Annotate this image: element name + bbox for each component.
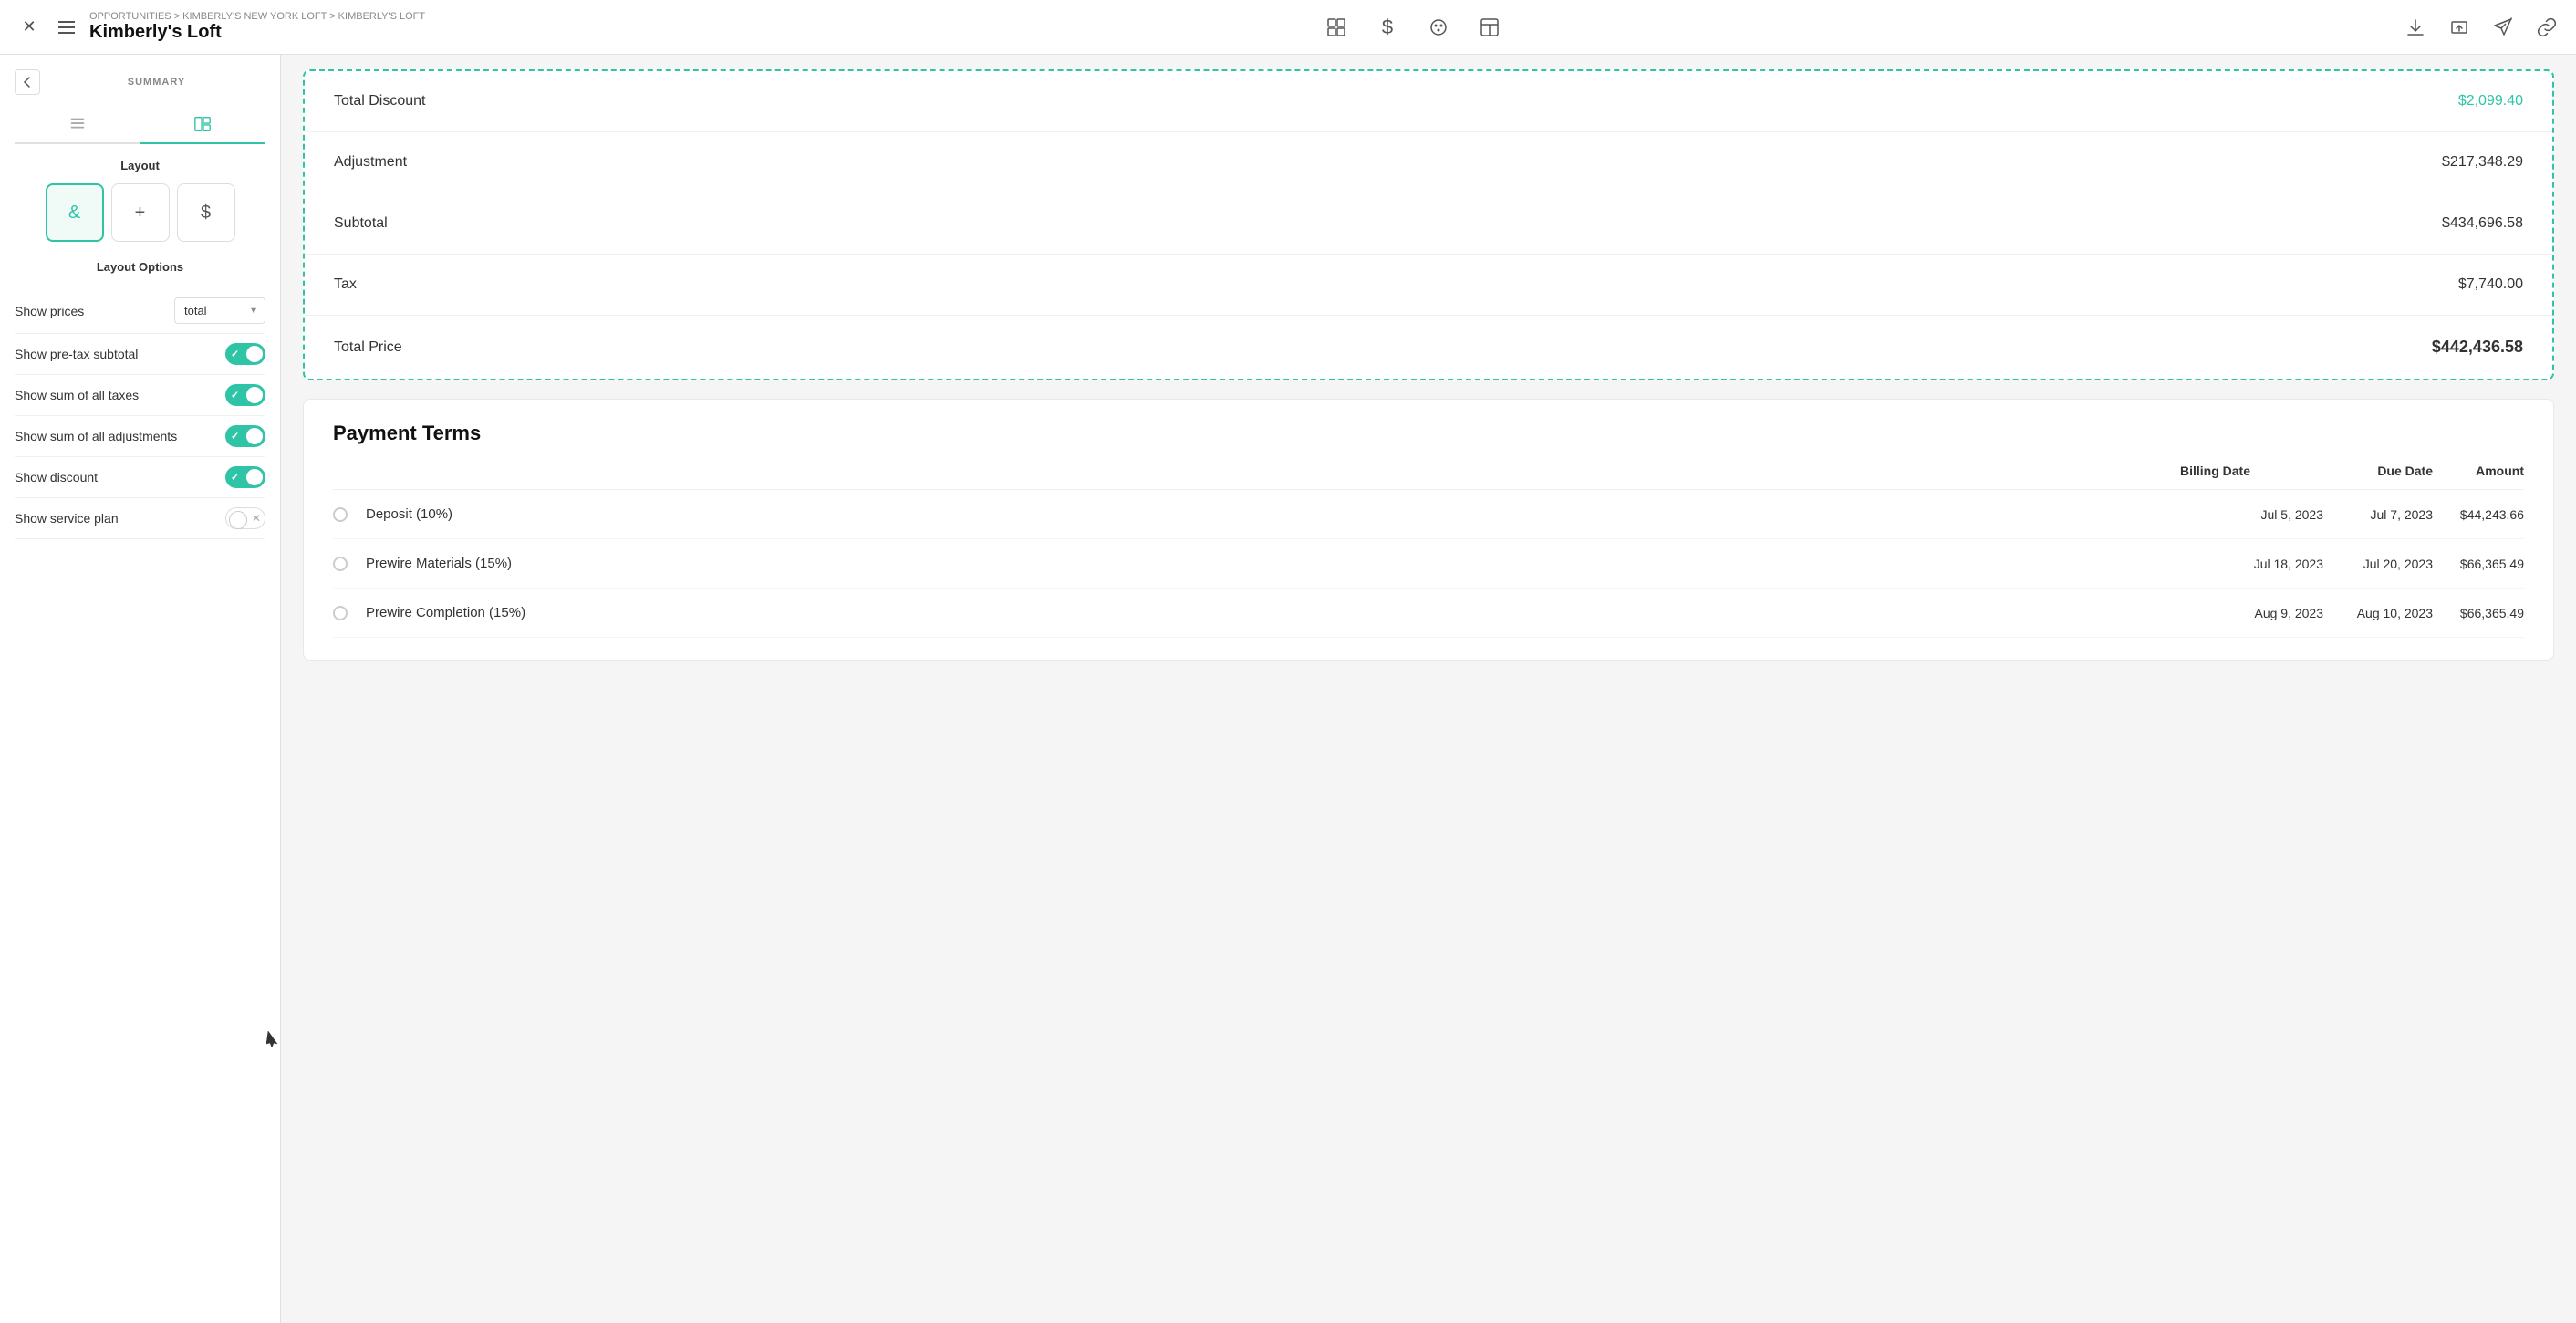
summary-value-total: $442,436.58: [2432, 338, 2523, 357]
show-taxes-label: Show sum of all taxes: [15, 388, 139, 402]
summary-value-tax: $7,740.00: [2458, 276, 2523, 293]
link-icon[interactable]: [2532, 13, 2561, 42]
sidebar-title: SUMMARY: [47, 77, 265, 88]
timeline-wrapper: Deposit (10%) Jul 5, 2023 Jul 7, 2023 $4…: [333, 490, 2524, 638]
summary-label-adjustment: Adjustment: [334, 154, 407, 171]
topbar: ✕ OPPORTUNITIES > KIMBERLY'S NEW YORK LO…: [0, 0, 2576, 55]
layout-btn-combined[interactable]: &: [46, 183, 104, 242]
show-prices-label: Show prices: [15, 304, 84, 318]
timeline-dot: [333, 507, 348, 522]
dollar-icon[interactable]: $: [1373, 13, 1402, 42]
send-icon[interactable]: [2488, 13, 2518, 42]
payment-row-amount: $44,243.66: [2433, 507, 2524, 522]
show-taxes-toggle[interactable]: ✓: [225, 384, 265, 406]
payment-row: Prewire Materials (15%) Jul 18, 2023 Jul…: [333, 539, 2524, 589]
tab-split[interactable]: [140, 106, 266, 142]
show-prices-row: Show prices total unit none ▼: [15, 288, 265, 334]
page-title: Kimberly's Loft: [89, 22, 425, 43]
show-adjustments-toggle[interactable]: ✓: [225, 425, 265, 447]
show-adjustments-row: Show sum of all adjustments ✓: [15, 416, 265, 457]
topbar-center: $: [1322, 13, 1504, 42]
back-button[interactable]: [15, 69, 40, 95]
layout-btn-price[interactable]: $: [177, 183, 235, 242]
show-discount-toggle[interactable]: ✓: [225, 466, 265, 488]
payment-row-name: Deposit (10%): [366, 506, 2196, 522]
payment-row-billing: Aug 9, 2023: [2196, 606, 2323, 620]
show-pretax-toggle[interactable]: ✓: [225, 343, 265, 365]
present-icon[interactable]: [2445, 13, 2474, 42]
show-taxes-row: Show sum of all taxes ✓: [15, 375, 265, 416]
payment-row-amount: $66,365.49: [2433, 606, 2524, 620]
sidebar: SUMMARY Layout & +: [0, 55, 281, 1323]
layout-buttons: & + $: [15, 183, 265, 242]
summary-label-total: Total Price: [334, 339, 402, 356]
topbar-right: [2401, 13, 2561, 42]
summary-label-tax: Tax: [334, 276, 357, 293]
payment-row: Prewire Completion (15%) Aug 9, 2023 Aug…: [333, 589, 2524, 638]
summary-value-subtotal: $434,696.58: [2442, 215, 2523, 232]
payment-row-due: Jul 20, 2023: [2323, 557, 2433, 571]
show-service-plan-label: Show service plan: [15, 511, 119, 526]
payment-row-amount: $66,365.49: [2433, 557, 2524, 571]
sidebar-header: SUMMARY: [0, 55, 280, 95]
payment-terms-card: Payment Terms Billing Date Due Date Amou…: [303, 399, 2554, 661]
close-button[interactable]: ✕: [15, 13, 44, 42]
payment-row-billing: Jul 18, 2023: [2196, 557, 2323, 571]
toggle-x-icon: ✕: [252, 512, 261, 525]
show-adjustments-label: Show sum of all adjustments: [15, 429, 177, 443]
breadcrumb: OPPORTUNITIES > KIMBERLY'S NEW YORK LOFT…: [89, 11, 425, 22]
payment-row-name: Prewire Materials (15%): [366, 556, 2196, 571]
header-amount: Amount: [2433, 464, 2524, 478]
show-pretax-label: Show pre-tax subtotal: [15, 347, 138, 361]
topbar-left: ✕ OPPORTUNITIES > KIMBERLY'S NEW YORK LO…: [15, 11, 425, 43]
show-service-plan-toggle[interactable]: ✕: [225, 507, 265, 529]
header-due-date: Due Date: [2323, 464, 2433, 478]
payment-terms-title: Payment Terms: [333, 422, 2524, 445]
tab-list[interactable]: [15, 106, 140, 142]
palette-icon[interactable]: [1424, 13, 1453, 42]
summary-value-discount: $2,099.40: [2458, 93, 2523, 109]
layout-btn-add[interactable]: +: [111, 183, 170, 242]
summary-row-adjustment: Adjustment $217,348.29: [305, 132, 2552, 193]
header-billing-date: Billing Date: [1292, 464, 2250, 478]
timeline-dot: [333, 557, 348, 571]
summary-row-discount: Total Discount $2,099.40: [305, 71, 2552, 132]
download-icon[interactable]: [2401, 13, 2430, 42]
layout-options-label: Layout Options: [15, 260, 265, 274]
payment-row: Deposit (10%) Jul 5, 2023 Jul 7, 2023 $4…: [333, 490, 2524, 539]
layout-icon[interactable]: [1475, 13, 1504, 42]
payment-terms-header: Billing Date Due Date Amount: [333, 464, 2524, 490]
summary-label-discount: Total Discount: [334, 93, 426, 109]
summary-label-subtotal: Subtotal: [334, 215, 388, 232]
show-prices-select-wrapper: total unit none ▼: [174, 297, 265, 324]
main-content: Total Discount $2,099.40 Adjustment $217…: [281, 55, 2576, 1323]
show-discount-label: Show discount: [15, 470, 98, 484]
payment-row-billing: Jul 5, 2023: [2196, 507, 2323, 522]
show-service-plan-row: Show service plan ✕: [15, 498, 265, 539]
summary-value-adjustment: $217,348.29: [2442, 154, 2523, 171]
layout-section: Layout & + $ Layout Options Show prices …: [0, 144, 280, 539]
menu-button[interactable]: [55, 17, 78, 37]
app-body: SUMMARY Layout & +: [0, 55, 2576, 1323]
summary-row-total: Total Price $442,436.58: [305, 316, 2552, 379]
payment-row-due: Aug 10, 2023: [2323, 606, 2433, 620]
show-discount-row: Show discount ✓: [15, 457, 265, 498]
payment-row-due: Jul 7, 2023: [2323, 507, 2433, 522]
summary-row-subtotal: Subtotal $434,696.58: [305, 193, 2552, 255]
show-prices-select[interactable]: total unit none: [174, 297, 265, 324]
payment-row-name: Prewire Completion (15%): [366, 605, 2196, 620]
timeline-dot: [333, 606, 348, 620]
sidebar-tabs: [15, 106, 265, 144]
show-pretax-row: Show pre-tax subtotal ✓: [15, 334, 265, 375]
summary-row-tax: Tax $7,740.00: [305, 255, 2552, 316]
grid-icon[interactable]: [1322, 13, 1351, 42]
layout-label: Layout: [15, 159, 265, 172]
summary-card: Total Discount $2,099.40 Adjustment $217…: [303, 69, 2554, 380]
